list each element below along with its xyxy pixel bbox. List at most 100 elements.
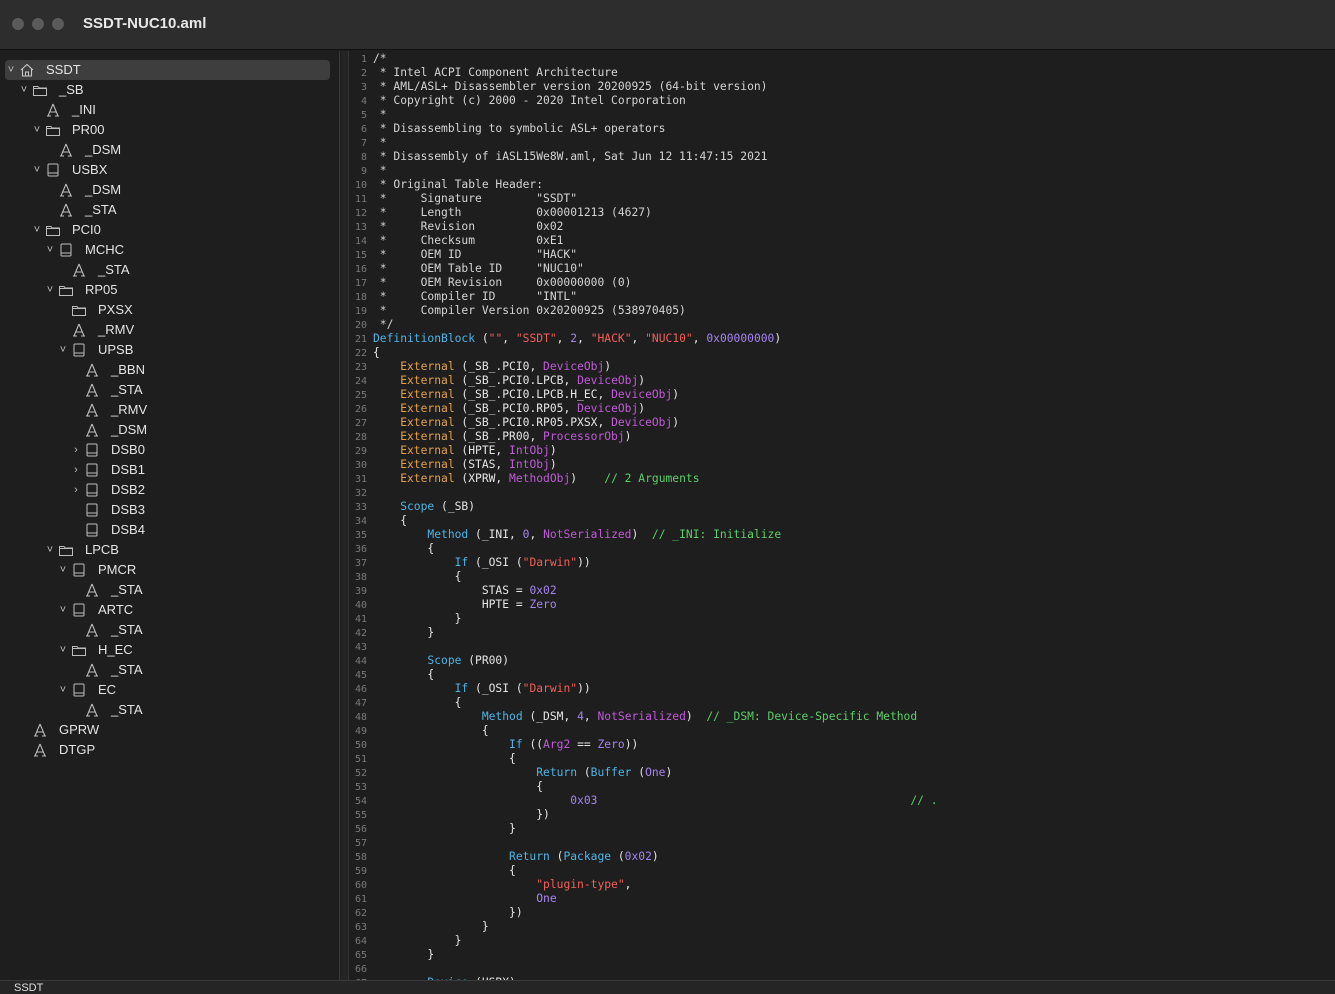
- code-token: If: [373, 556, 469, 569]
- tree-item[interactable]: ˅ H_EC: [0, 640, 340, 660]
- tree-item[interactable]: ˅ USBX: [0, 160, 340, 180]
- tree-item[interactable]: _STA: [0, 660, 340, 680]
- line-number: 64: [354, 936, 367, 947]
- line-number: 4: [360, 96, 367, 107]
- tree-item[interactable]: _STA: [0, 380, 340, 400]
- chevron-down-icon[interactable]: ˅: [18, 83, 30, 97]
- code-token: {: [373, 570, 462, 583]
- pane-splitter[interactable]: [341, 51, 349, 980]
- tree-item[interactable]: _RMV: [0, 400, 340, 420]
- code-token: External: [373, 458, 455, 471]
- code-token: "SSDT": [515, 332, 557, 345]
- chevron-right-icon[interactable]: ›: [70, 443, 82, 457]
- chevron-down-icon[interactable]: ˅: [44, 543, 56, 557]
- code-text: External (HPTE, IntObj): [373, 444, 556, 457]
- tree-item[interactable]: › DSB2: [0, 480, 340, 500]
- chevron-down-icon[interactable]: ˅: [57, 343, 69, 357]
- line-number: 29: [354, 446, 367, 457]
- tree-item[interactable]: _STA: [0, 200, 340, 220]
- tree-item-label: PXSX: [98, 302, 133, 317]
- code-text: External (_SB_.PCI0.LPCB, DeviceObj): [373, 374, 645, 387]
- tree-item[interactable]: _DSM: [0, 140, 340, 160]
- line-number: 27: [354, 418, 367, 429]
- code-token: ): [624, 430, 632, 443]
- chevron-right-icon[interactable]: ›: [70, 463, 82, 477]
- tree-item[interactable]: _INI: [0, 100, 340, 120]
- tree-item[interactable]: DTGP: [0, 740, 340, 760]
- line-number: 3: [360, 82, 367, 93]
- code-token: * Revision 0x02: [373, 220, 564, 233]
- tree-item[interactable]: ˅ PR00: [0, 120, 340, 140]
- code-line: 32: [349, 486, 1335, 500]
- code-line: 58 Return (Package (0x02): [349, 850, 1335, 864]
- code-token: * Copyright (c) 2000 - 2020 Intel Corpor…: [373, 94, 686, 107]
- code-text: External (_SB_.PR00, ProcessorObj): [373, 430, 631, 443]
- tree-item[interactable]: _BBN: [0, 360, 340, 380]
- tree-item[interactable]: ˅ LPCB: [0, 540, 340, 560]
- tree-item[interactable]: ˅ _SB: [0, 80, 340, 100]
- code-text: /*: [373, 52, 387, 65]
- code-token: STAS =: [373, 584, 530, 597]
- tree-item[interactable]: ˅ UPSB: [0, 340, 340, 360]
- line-number: 55: [354, 810, 367, 821]
- code-token: "Darwin": [522, 556, 578, 569]
- folder-icon: [71, 302, 87, 318]
- tree-item[interactable]: _STA: [0, 620, 340, 640]
- tree-item[interactable]: ˅ SSDT: [0, 60, 340, 80]
- tree-item-label: PR00: [72, 122, 105, 137]
- tree-item[interactable]: _STA: [0, 580, 340, 600]
- code-line: 15 * OEM ID "HACK": [349, 248, 1335, 262]
- tree-item[interactable]: _STA: [0, 700, 340, 720]
- chevron-down-icon[interactable]: ˅: [57, 643, 69, 657]
- code-token: (_SB_.PCI0.LPCB,: [454, 374, 578, 387]
- code-token: "Darwin": [522, 682, 578, 695]
- line-number: 1: [360, 54, 367, 65]
- tree-item[interactable]: ˅ PCI0: [0, 220, 340, 240]
- code-token: ): [672, 416, 680, 429]
- code-token: }): [373, 808, 550, 821]
- tree-item[interactable]: _STA: [0, 260, 340, 280]
- code-token: (HPTE,: [454, 444, 510, 457]
- minimize-window-button[interactable]: [32, 18, 44, 30]
- tree-item-label: DSB2: [111, 482, 145, 497]
- code-token: "": [488, 332, 503, 345]
- code-line: 51 {: [349, 752, 1335, 766]
- chevron-right-icon[interactable]: ›: [70, 483, 82, 497]
- tree-item[interactable]: PXSX: [0, 300, 340, 320]
- tree-item[interactable]: _DSM: [0, 180, 340, 200]
- chevron-down-icon[interactable]: ˅: [31, 123, 43, 137]
- tree-item[interactable]: ˅ EC: [0, 680, 340, 700]
- chevron-down-icon[interactable]: ˅: [44, 283, 56, 297]
- tree-item[interactable]: DSB4: [0, 520, 340, 540]
- tree-item[interactable]: _DSM: [0, 420, 340, 440]
- line-number: 9: [360, 166, 367, 177]
- code-line: 17 * OEM Revision 0x00000000 (0): [349, 276, 1335, 290]
- tree-item[interactable]: › DSB0: [0, 440, 340, 460]
- code-text: * Original Table Header:: [373, 178, 543, 191]
- code-text: * AML/ASL+ Disassembler version 20200925…: [373, 80, 768, 93]
- tree-item[interactable]: ˅ ARTC: [0, 600, 340, 620]
- code-token: HPTE =: [373, 598, 530, 611]
- chevron-down-icon[interactable]: ˅: [5, 63, 17, 77]
- tree-item[interactable]: ˅ PMCR: [0, 560, 340, 580]
- code-text: }: [373, 920, 489, 933]
- code-token: {: [373, 752, 516, 765]
- zoom-window-button[interactable]: [52, 18, 64, 30]
- chevron-down-icon[interactable]: ˅: [57, 563, 69, 577]
- tree-item[interactable]: ˅ MCHC: [0, 240, 340, 260]
- code-token: External: [373, 444, 455, 457]
- tree-item[interactable]: DSB3: [0, 500, 340, 520]
- code-text: Method (_INI, 0, NotSerialized) // _INI:…: [373, 528, 781, 541]
- chevron-down-icon[interactable]: ˅: [44, 243, 56, 257]
- close-window-button[interactable]: [12, 18, 24, 30]
- chevron-down-icon[interactable]: ˅: [31, 163, 43, 177]
- chevron-down-icon[interactable]: ˅: [57, 603, 69, 617]
- chevron-down-icon[interactable]: ˅: [31, 223, 43, 237]
- chevron-down-icon[interactable]: ˅: [57, 683, 69, 697]
- tree-item[interactable]: GPRW: [0, 720, 340, 740]
- code-token: Arg2: [543, 738, 571, 751]
- tree-item[interactable]: › DSB1: [0, 460, 340, 480]
- tree-item[interactable]: _RMV: [0, 320, 340, 340]
- tree-item[interactable]: ˅ RP05: [0, 280, 340, 300]
